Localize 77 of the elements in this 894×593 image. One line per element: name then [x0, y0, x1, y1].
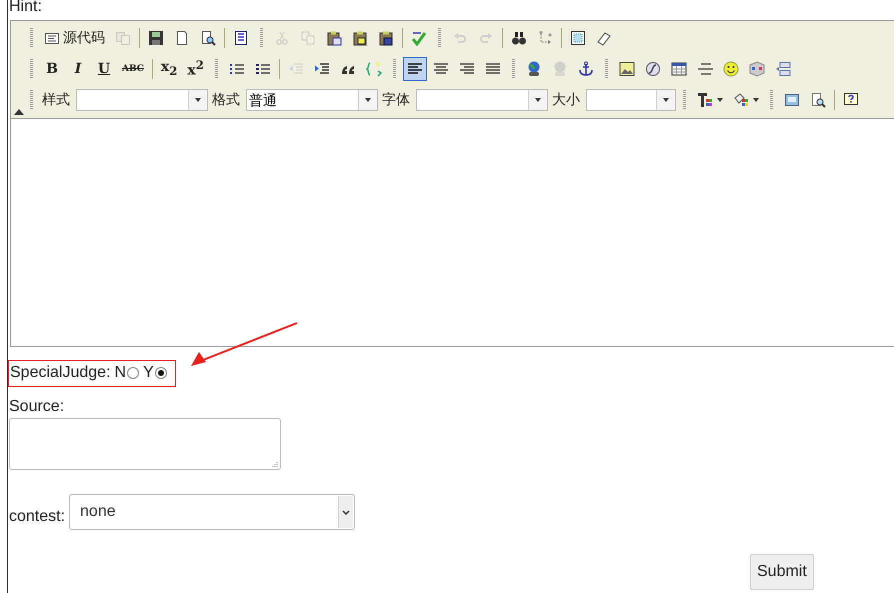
help-icon [843, 92, 859, 108]
toolbar-label: 样式 [42, 90, 70, 108]
source-button[interactable]: 源代码 [40, 26, 109, 50]
format-button[interactable]: B [40, 56, 64, 80]
chevron-down-icon [342, 510, 350, 514]
combo-dropdown[interactable]: 普通 [246, 88, 378, 110]
toolbar-label: 格式 [212, 90, 240, 108]
format-button[interactable]: I [66, 56, 90, 80]
flash-icon [644, 60, 661, 76]
globe-unlink-icon [552, 60, 568, 76]
toolbar-grip[interactable] [260, 28, 263, 48]
template-page-icon [233, 30, 249, 46]
special-judge-label: SpecialJudge: [10, 364, 111, 382]
scissors-icon [274, 30, 290, 46]
toolbar-grip[interactable] [683, 90, 686, 110]
caret-icon [663, 98, 669, 102]
toolbar-grip[interactable] [30, 28, 33, 48]
format-button[interactable]: ABC [118, 56, 148, 80]
document-stack-icon [115, 30, 131, 46]
caret-icon [365, 98, 371, 102]
smiley-icon [722, 60, 739, 76]
replace-icon [537, 30, 553, 46]
clipboard-text-icon [352, 30, 368, 46]
toolbar-grip[interactable] [770, 90, 773, 110]
clipboard-document-icon [378, 30, 394, 46]
resize-grip-icon[interactable] [272, 461, 278, 467]
toolbar-grip[interactable] [30, 90, 33, 110]
maximize-icon [784, 92, 800, 108]
anchor-icon [578, 60, 594, 76]
div-container-icon [366, 60, 382, 76]
outdent-icon [288, 60, 304, 76]
format-button[interactable]: x$_{2}$ [156, 56, 182, 80]
align-right-icon [458, 60, 475, 76]
caret-icon [195, 98, 201, 102]
horizontal-rule-icon [696, 60, 713, 76]
image-icon [618, 60, 635, 76]
align-justify-icon [484, 60, 501, 76]
select-all-icon [570, 30, 586, 46]
text-color-icon [697, 92, 713, 108]
toolbar-label: 大小 [552, 90, 580, 108]
radio-button[interactable] [154, 367, 167, 379]
indent-icon [314, 60, 330, 76]
toolbar-grip[interactable] [392, 58, 396, 78]
show-blocks-icon [810, 92, 826, 108]
submit-button[interactable]: Submit [750, 554, 814, 590]
align-left-icon [406, 60, 423, 76]
contest-dropdown[interactable]: none [69, 494, 356, 530]
toolbar-label: 字体 [382, 90, 410, 108]
format-button[interactable]: U [92, 56, 116, 80]
contest-label: contest: [9, 508, 66, 526]
option-label: N [114, 364, 126, 382]
toolbar-grip[interactable] [512, 58, 515, 78]
toolbar-grip[interactable] [604, 58, 608, 78]
page-magnifier-icon [200, 30, 216, 46]
option-label: Y [143, 364, 154, 382]
toolbar-grip[interactable] [214, 58, 218, 78]
globe-link-icon [526, 60, 542, 76]
align-left-button[interactable] [402, 56, 427, 80]
eraser-icon [596, 30, 612, 46]
format-button[interactable]: x$^{2}$ [183, 56, 208, 80]
clipboard-icon [326, 30, 342, 46]
blank-page-icon [174, 30, 190, 46]
source-label: Source: [9, 398, 66, 417]
paint-bucket-icon [733, 92, 749, 108]
binoculars-icon [511, 30, 527, 46]
spellcheck-icon [411, 30, 427, 46]
cube-icon [748, 60, 765, 76]
page-break-icon [774, 60, 791, 76]
table-icon [670, 60, 687, 76]
align-center-icon [432, 60, 449, 76]
caret-icon [535, 98, 541, 102]
radio-button[interactable] [127, 367, 140, 379]
copy-icon [300, 30, 316, 46]
collapse-toggle-icon[interactable] [14, 109, 24, 115]
toolbar-grip[interactable] [30, 58, 33, 78]
toolbar-grip[interactable] [438, 28, 441, 48]
source-field[interactable] [9, 418, 281, 470]
